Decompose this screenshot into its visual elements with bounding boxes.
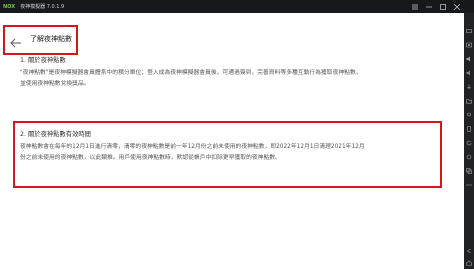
section-title: 2. 關於夜神點數有效時間 [20,131,91,138]
main-content: 了解夜神點數 1. 關於夜神點數 "夜神點數"是夜神模擬器會員體系中的積分單位；… [0,13,464,269]
shake-icon[interactable] [466,117,472,132]
more-icon[interactable] [466,173,472,186]
section-text-line: 夜神點數會在每年的12月1日進行清零，清零的夜神點數是前一年12月份之前未使用的… [20,144,365,150]
recent-apps-icon[interactable] [466,263,472,269]
page-header: 了解夜神點數 [3,25,78,55]
section-about-points: 1. 關於夜神點數 "夜神點數"是夜神模擬器會員體系中的積分單位；登入成為夜神模… [20,55,440,90]
back-icon[interactable] [466,239,472,254]
window-controls [412,0,460,13]
maximize-icon[interactable] [440,3,446,10]
app-logo: NOX [3,3,16,10]
section-text-line: 份之前未使用的夜神點數，以此類推。用戶使用夜神點數時，默認從帳戶中扣除更早獲取的… [20,155,281,161]
home-icon[interactable] [466,251,472,266]
section-text-line: "夜神點數"是夜神模擬器會員體系中的積分單位；登入成為夜神模擬器會員後，可通過簽… [20,70,362,76]
minimize-icon[interactable] [426,4,432,10]
keyboard-icon[interactable] [466,19,472,33]
back-arrow-icon[interactable] [10,34,22,48]
apk-install-icon[interactable] [466,75,472,89]
volume-down-icon[interactable] [466,61,472,76]
section-text-line: 並使用夜神點數兌換獎品。 [20,81,90,87]
volume-up-icon[interactable] [466,47,472,62]
window-title: 夜神模擬器 7.0.1.9 [20,4,65,10]
folder-icon[interactable] [466,89,472,104]
record-icon[interactable] [466,145,472,160]
close-icon[interactable] [454,3,460,10]
screenshot-icon[interactable] [466,33,472,48]
location-icon[interactable] [466,103,472,117]
section-title: 1. 關於夜神點數 [20,57,66,64]
menu-icon[interactable] [412,4,418,10]
section-body: "夜神點數"是夜神模擬器會員體系中的積分單位；登入成為夜神模擬器會員後，可通過簽… [20,68,440,90]
emulator-sidebar [464,13,474,269]
section-body: 夜神點數會在每年的12月1日進行清零，清零的夜神點數是前一年12月份之前未使用的… [20,142,435,164]
multi-instance-icon[interactable] [466,159,472,174]
section-points-validity: 2. 關於夜神點數有效時間 夜神點數會在每年的12月1日進行清零，清零的夜神點數… [13,121,442,188]
window-titlebar: NOX 夜神模擬器 7.0.1.9 [0,0,474,13]
rotate-icon[interactable] [466,131,472,146]
page-title: 了解夜神點數 [30,35,72,43]
